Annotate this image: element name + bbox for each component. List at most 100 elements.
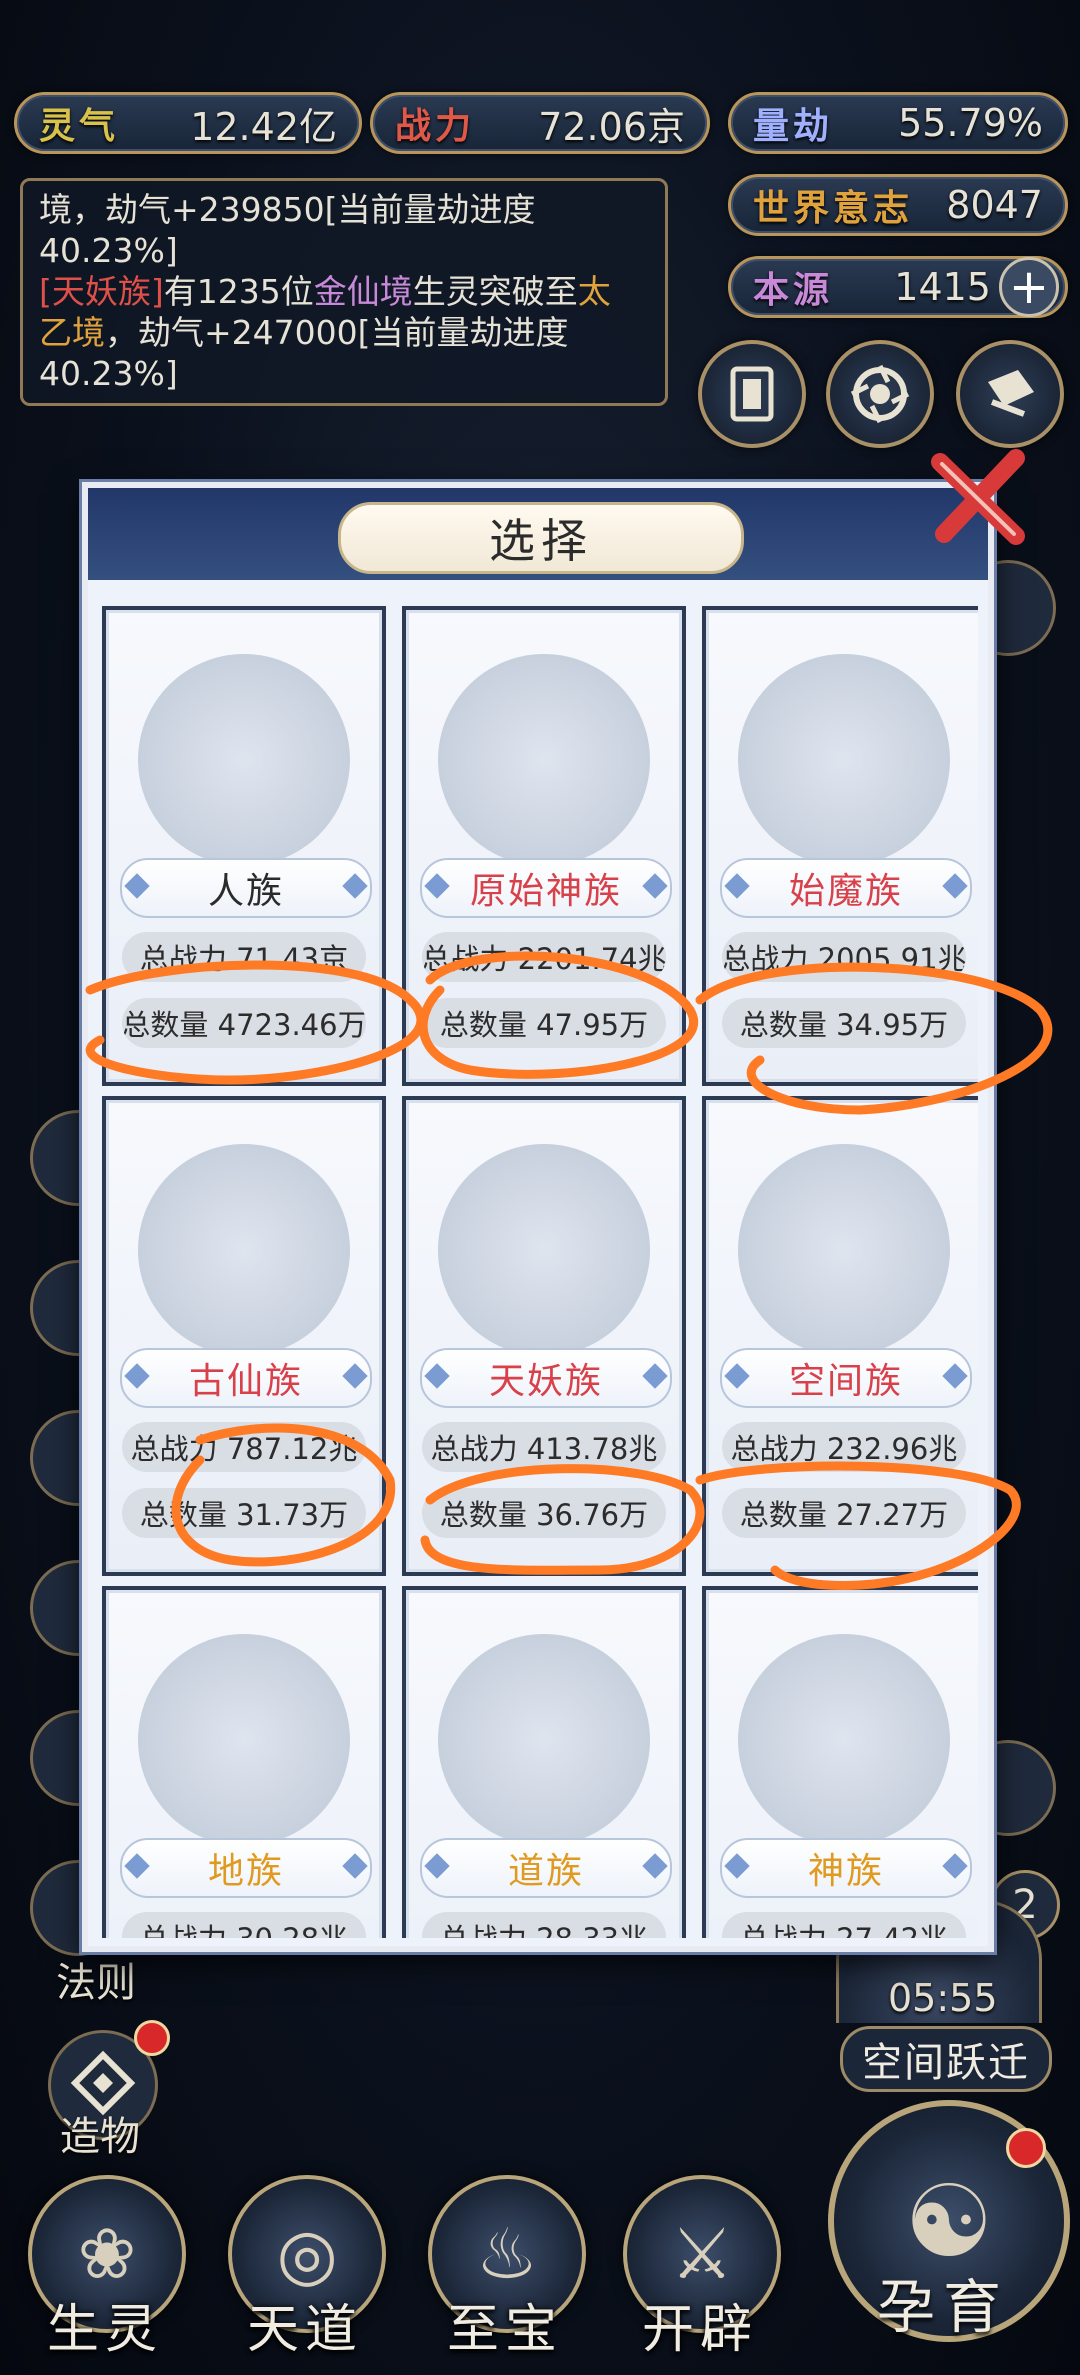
portrait-tianyao (438, 1144, 650, 1356)
race-name: 古仙族 (120, 1348, 372, 1408)
stat-lingqi-label: 灵气 (39, 106, 120, 147)
portrait-di (138, 1634, 350, 1846)
vortex-icon (850, 364, 910, 424)
space-jump-button[interactable]: 空间跃迁 (840, 2026, 1052, 2092)
race-count: 总数量 4723.46万 (122, 998, 366, 1048)
log-text: 40.23%] (39, 354, 178, 393)
race-name-text: 神族 (807, 1851, 884, 1892)
log-line-1: 境，劫气+239850[当前量劫进度 (39, 189, 649, 230)
stat-zhanli-value: 72.06京 (538, 104, 685, 149)
race-name: 天妖族 (420, 1348, 672, 1408)
log-text: 境，劫气+239850[当前量劫进度 (39, 190, 536, 229)
race-card-shen[interactable]: 神族 总战力 27.42兆 (702, 1586, 978, 1938)
nav-tian-dao-label: 天道 (246, 2300, 363, 2360)
race-name: 人族 (120, 858, 372, 918)
yun-yu-badge (1006, 2128, 1046, 2168)
stat-lingqi: 灵气 12.42亿 (14, 92, 362, 154)
stat-liangjie[interactable]: 量劫 55.79% (728, 92, 1068, 154)
race-grid[interactable]: 人族 总战力 71.43京 总数量 4723.46万 原始神族 总战力 2201… (98, 598, 978, 1938)
portrait-ren (138, 654, 350, 866)
card-icon (730, 366, 774, 422)
race-name-text: 地族 (207, 1851, 284, 1892)
race-card-yuanshi[interactable]: 原始神族 总战力 2201.74兆 总数量 47.95万 (402, 606, 686, 1086)
nav-tian-dao[interactable]: ◎ 天道 (210, 2175, 400, 2375)
modal-title-text: 选择 (489, 514, 593, 568)
race-card-di[interactable]: 地族 总战力 30.28兆 (102, 1586, 386, 1938)
portrait-shen (738, 1634, 950, 1846)
race-name-text: 人族 (207, 871, 284, 912)
log-realm-2: 太 (577, 272, 611, 311)
zao-wu-label[interactable]: 造物 (60, 2104, 140, 2162)
vortex-icon-button[interactable] (826, 340, 934, 448)
nav-kai-pi-label: 开辟 (641, 2300, 758, 2360)
race-power: 总战力 2201.74兆 (422, 932, 666, 982)
log-race: [天妖族] (39, 272, 164, 311)
stat-zhanli: 战力 72.06京 (370, 92, 710, 154)
log-line-3: 40.23%] (39, 353, 649, 394)
stat-benyuan-value: 1415 (894, 265, 991, 309)
stat-world-will-label: 世界意志 (753, 188, 914, 229)
nav-yun-yu-label: 孕育 (876, 2273, 1009, 2341)
event-log: 境，劫气+239850[当前量劫进度 40.23%] [天妖族]有1235位金仙… (20, 178, 668, 406)
close-icon[interactable] (930, 448, 1030, 548)
race-name-text: 始魔族 (788, 871, 903, 912)
stat-world-will-value: 8047 (946, 183, 1043, 227)
nav-sheng-ling[interactable]: ❀ 生灵 (10, 2175, 200, 2375)
race-name: 原始神族 (420, 858, 672, 918)
portrait-shimo (738, 654, 950, 866)
log-realm-2b: 乙境 (39, 313, 105, 352)
race-power: 总战力 2005.91兆 (722, 932, 966, 982)
nav-kai-pi[interactable]: ⚔ 开辟 (605, 2175, 795, 2375)
race-card-dao[interactable]: 道族 总战力 28.33兆 (402, 1586, 686, 1938)
space-jump-label: 空间跃迁 (862, 2040, 1030, 2086)
stat-liangjie-label: 量劫 (753, 106, 834, 147)
portrait-kongjian (738, 1144, 950, 1356)
race-power: 总战力 28.33兆 (422, 1912, 666, 1938)
stat-world-will[interactable]: 世界意志 8047 (728, 174, 1068, 236)
race-count: 总数量 36.76万 (422, 1488, 666, 1538)
scroll-icon (988, 370, 1034, 417)
nav-zhi-bao[interactable]: ♨ 至宝 (410, 2175, 600, 2375)
zao-wu-badge (134, 2020, 170, 2056)
race-name: 道族 (420, 1838, 672, 1898)
log-line-2: [天妖族]有1235位金仙境生灵突破至太 (39, 271, 649, 312)
modal-title: 选择 (338, 502, 744, 574)
race-name: 始魔族 (720, 858, 972, 918)
log-text: ，劫气+247000[当前量劫进度 (105, 313, 569, 352)
race-card-guxian[interactable]: 古仙族 总战力 787.12兆 总数量 31.73万 (102, 1096, 386, 1576)
race-card-kongjian[interactable]: 空间族 总战力 232.96兆 总数量 27.27万 (702, 1096, 978, 1576)
nav-yun-yu[interactable]: ☯ 孕育 (818, 2100, 1070, 2360)
portrait-dao (438, 1634, 650, 1846)
race-card-tianyao[interactable]: 天妖族 总战力 413.78兆 总数量 36.76万 (402, 1096, 686, 1576)
nav-sheng-ling-label: 生灵 (46, 2300, 163, 2360)
race-power: 总战力 232.96兆 (722, 1422, 966, 1472)
log-realm: 金仙境 (313, 272, 413, 311)
race-name-text: 原始神族 (469, 871, 622, 912)
race-count: 总数量 34.95万 (722, 998, 966, 1048)
log-text: 有1235位 (163, 272, 314, 311)
portrait-guxian (138, 1144, 350, 1356)
add-benyuan-button[interactable]: + (999, 257, 1059, 317)
race-count: 总数量 31.73万 (122, 1488, 366, 1538)
portrait-yuanshi (438, 654, 650, 866)
race-power: 总战力 413.78兆 (422, 1422, 666, 1472)
race-select-modal: 选择 人族 总战力 71.43京 总数量 4723.46万 原始神族 总战力 2… (82, 482, 994, 1952)
card-icon-button[interactable] (698, 340, 806, 448)
fa-ze-label[interactable]: 法则 (56, 1950, 136, 2008)
log-text: 生灵突破至 (412, 272, 578, 311)
race-name-text: 道族 (507, 1851, 584, 1892)
race-name: 地族 (120, 1838, 372, 1898)
stat-benyuan-label: 本源 (753, 270, 834, 311)
race-card-shimo[interactable]: 始魔族 总战力 2005.91兆 总数量 34.95万 (702, 606, 978, 1086)
nav-zhi-bao-label: 至宝 (446, 2300, 563, 2360)
race-name-text: 天妖族 (488, 1361, 603, 1402)
stat-lingqi-value: 12.42亿 (190, 104, 337, 149)
log-line-1b: 40.23%] (39, 230, 649, 271)
stat-benyuan: 本源 1415 + (728, 256, 1068, 318)
race-name-text: 空间族 (788, 1361, 903, 1402)
race-power: 总战力 30.28兆 (122, 1912, 366, 1938)
scroll-icon-button[interactable] (956, 340, 1064, 448)
stat-zhanli-label: 战力 (395, 106, 476, 147)
race-power: 总战力 787.12兆 (122, 1422, 366, 1472)
race-card-ren[interactable]: 人族 总战力 71.43京 总数量 4723.46万 (102, 606, 386, 1086)
